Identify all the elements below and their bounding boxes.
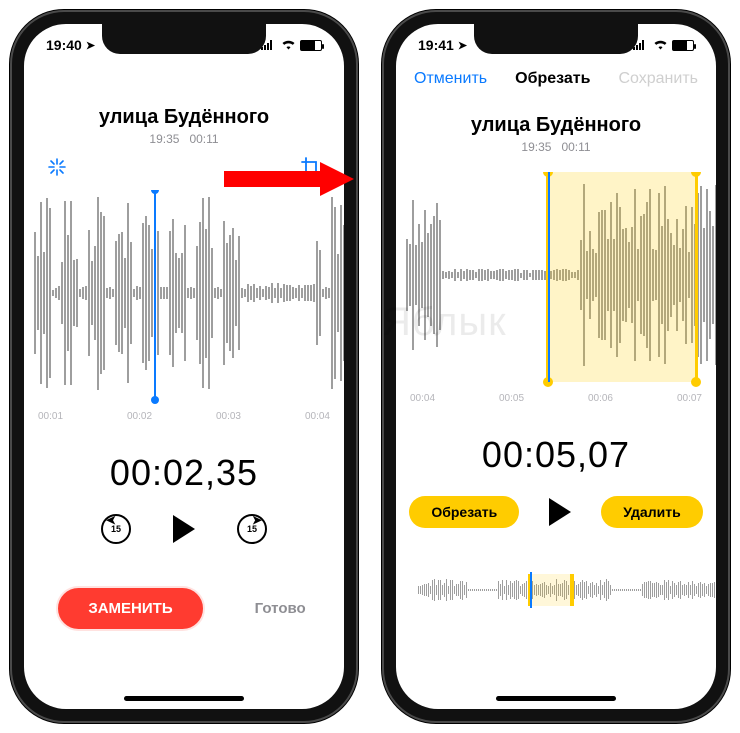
skip-back-button[interactable]: ➤15 bbox=[101, 514, 131, 544]
time-ticks: 00:01 00:02 00:03 00:04 bbox=[38, 411, 330, 422]
notch bbox=[102, 24, 266, 54]
home-indicator[interactable] bbox=[496, 696, 616, 701]
waveform bbox=[34, 190, 334, 396]
trim-button[interactable]: Обрезать bbox=[409, 496, 519, 528]
overview-playhead[interactable] bbox=[530, 572, 532, 608]
tick: 00:05 bbox=[499, 393, 524, 404]
phone-frame-right: 19:41 ➤ Отменить Обрезать Сохранить улиц… bbox=[382, 10, 730, 723]
tick: 00:07 bbox=[677, 393, 702, 404]
tick: 00:01 bbox=[38, 411, 63, 422]
status-time: 19:41 bbox=[418, 37, 454, 53]
recording-title: улица Будённого bbox=[24, 106, 344, 129]
current-time: 00:05,07 bbox=[396, 434, 716, 476]
battery-icon bbox=[672, 40, 694, 51]
time-ticks: 00:04 00:05 00:06 00:07 bbox=[410, 393, 702, 404]
replace-button[interactable]: ЗАМЕНИТЬ bbox=[58, 588, 202, 629]
phone-frame-left: 19:40 ➤ улица Будённого 19:35 00:11 bbox=[10, 10, 358, 723]
screen: 19:41 ➤ Отменить Обрезать Сохранить улиц… bbox=[396, 24, 716, 709]
overview-selection[interactable] bbox=[528, 574, 574, 606]
current-time: 00:02,35 bbox=[24, 452, 344, 494]
play-button[interactable] bbox=[549, 498, 571, 526]
nav-title: Обрезать bbox=[515, 70, 590, 88]
overview-timeline[interactable] bbox=[418, 572, 694, 608]
recording-duration: 00:11 bbox=[561, 140, 590, 154]
tick: 00:02 bbox=[127, 411, 152, 422]
status-time: 19:40 bbox=[46, 37, 82, 53]
tool-row bbox=[24, 156, 344, 178]
tick: 00:06 bbox=[588, 393, 613, 404]
tick: 00:03 bbox=[216, 411, 241, 422]
enhance-icon[interactable] bbox=[46, 156, 68, 178]
recording-title: улица Будённого bbox=[396, 114, 716, 137]
recording-time: 19:35 bbox=[149, 132, 179, 146]
crop-icon[interactable] bbox=[300, 156, 322, 178]
play-button[interactable] bbox=[173, 515, 195, 543]
recording-meta: 19:35 00:11 bbox=[24, 132, 344, 146]
save-button[interactable]: Сохранить bbox=[618, 70, 698, 88]
waveform-area[interactable]: 00:04 00:05 00:06 00:07 bbox=[396, 172, 716, 412]
location-icon: ➤ bbox=[86, 39, 95, 52]
location-icon: ➤ bbox=[458, 39, 467, 52]
delete-button[interactable]: Удалить bbox=[601, 496, 702, 528]
tick: 00:04 bbox=[410, 393, 435, 404]
notch bbox=[474, 24, 638, 54]
playback-controls: ➤15 ➤15 bbox=[24, 514, 344, 544]
skip-forward-button[interactable]: ➤15 bbox=[237, 514, 267, 544]
waveform-area[interactable]: 00:01 00:02 00:03 00:04 bbox=[24, 190, 344, 430]
recording-time: 19:35 bbox=[521, 140, 551, 154]
bottom-row: ЗАМЕНИТЬ Готово bbox=[24, 588, 344, 629]
playhead[interactable] bbox=[154, 190, 156, 400]
trim-controls: Обрезать Удалить bbox=[396, 496, 716, 528]
nav-row: Отменить Обрезать Сохранить bbox=[396, 70, 716, 88]
battery-icon bbox=[300, 40, 322, 51]
wifi-icon bbox=[281, 37, 296, 53]
tick: 00:04 bbox=[305, 411, 330, 422]
screen: 19:40 ➤ улица Будённого 19:35 00:11 bbox=[24, 24, 344, 709]
trim-playhead[interactable] bbox=[548, 172, 550, 382]
trim-selection[interactable] bbox=[546, 172, 698, 382]
recording-meta: 19:35 00:11 bbox=[396, 140, 716, 154]
done-button[interactable]: Готово bbox=[227, 590, 334, 627]
recording-duration: 00:11 bbox=[189, 132, 218, 146]
home-indicator[interactable] bbox=[124, 696, 244, 701]
wifi-icon bbox=[653, 37, 668, 53]
cancel-button[interactable]: Отменить bbox=[414, 70, 487, 88]
